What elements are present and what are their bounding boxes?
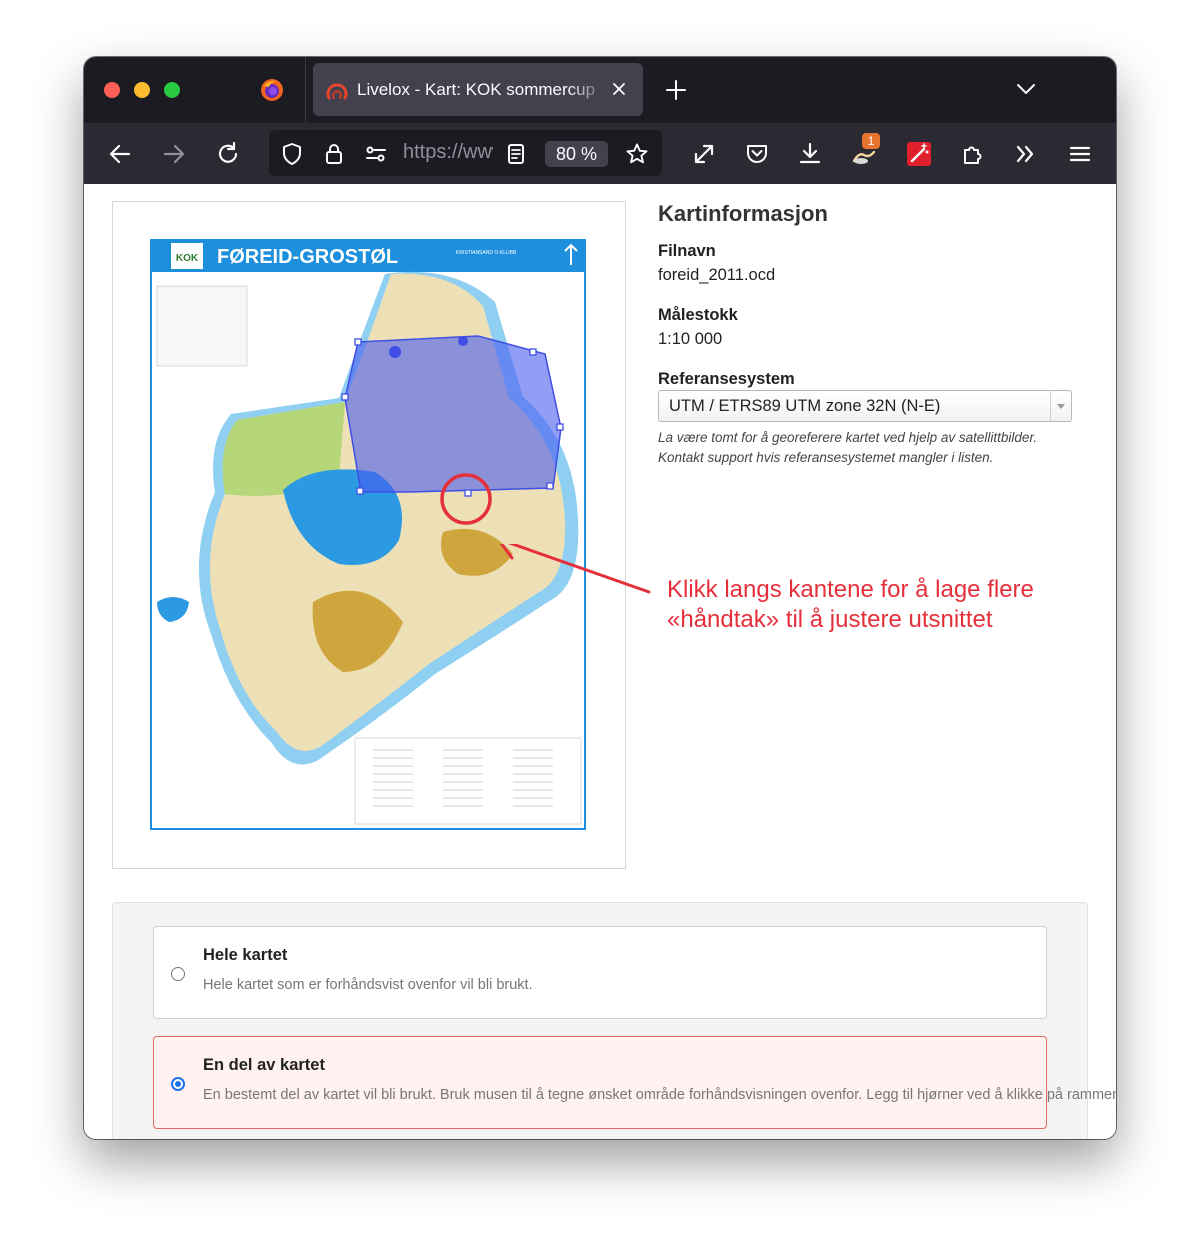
browser-window: Livelox - Kart: KOK sommercup https://ww…	[84, 57, 1116, 1139]
map-area-options: Hele kartet Hele kartet som er forhåndsv…	[112, 902, 1116, 1139]
club-name: KRISTIANSAND O-KLUBB	[456, 250, 517, 256]
selection-handle[interactable]	[356, 487, 364, 495]
map-title: FØREID-GROSTØL	[217, 246, 398, 268]
reader-view-icon[interactable]	[504, 142, 528, 166]
reload-icon[interactable]	[215, 141, 241, 167]
extension-badge: 1	[862, 133, 880, 149]
option-description: En bestemt del av kartet vil bli brukt. …	[203, 1087, 1116, 1103]
hamburger-menu-icon[interactable]	[1067, 141, 1093, 167]
zoom-window-button[interactable]	[164, 82, 180, 98]
annotation-line-1: Klikk langs kantene for å lage flere	[667, 576, 1034, 603]
back-arrow-icon[interactable]	[107, 141, 133, 167]
selection-control-dot	[389, 346, 401, 358]
refsys-label: Referansesystem	[658, 370, 795, 388]
option-part-of-map[interactable]: En del av kartet En bestemt del av karte…	[153, 1036, 1116, 1129]
option-description: Hele kartet som er forhåndsvist ovenfor …	[203, 977, 533, 993]
radio-whole-map[interactable]	[171, 967, 185, 981]
selection-handle[interactable]	[464, 489, 472, 497]
permissions-icon[interactable]	[364, 142, 388, 166]
close-icon[interactable]	[609, 79, 629, 99]
scale-value: 1:10 000	[658, 330, 723, 348]
tab-strip: Livelox - Kart: KOK sommercup	[84, 57, 1116, 123]
info-heading: Kartinformasjon	[658, 201, 828, 226]
firefox-logo-icon[interactable]	[260, 78, 284, 102]
tab-title: Livelox - Kart: KOK sommercup	[357, 80, 596, 99]
selection-handle[interactable]	[546, 482, 554, 490]
magic-wand-icon[interactable]	[906, 141, 932, 167]
filename-value: foreid_2011.ocd	[658, 266, 776, 284]
option-title: En del av kartet	[203, 1056, 325, 1074]
selection-polygon	[344, 335, 562, 493]
navigation-bar: https://www.livelox.com 80 % 1	[84, 123, 1116, 184]
annotation-text: Klikk langs kantene for å lage flere «hå…	[667, 575, 1034, 635]
map-preview-canvas[interactable]: KOK FØREID-GROSTØL KRISTIANSAND O-KLUBB	[113, 202, 625, 868]
chevron-down-icon[interactable]	[1014, 79, 1038, 99]
chevron-down-icon	[1057, 404, 1065, 409]
fullscreen-icon[interactable]	[691, 141, 717, 167]
url-text[interactable]: https://www.livelox.com	[403, 141, 493, 167]
minimize-window-button[interactable]	[134, 82, 150, 98]
tab-livelox[interactable]: Livelox - Kart: KOK sommercup	[313, 63, 643, 116]
download-icon[interactable]	[797, 141, 823, 167]
map-info-box	[156, 285, 248, 367]
livelox-favicon-icon	[326, 83, 348, 100]
option-title: Hele kartet	[203, 946, 288, 964]
lock-icon[interactable]	[322, 142, 346, 166]
star-icon[interactable]	[625, 142, 649, 166]
club-logo-text: KOK	[176, 253, 199, 264]
refsys-help-line1: La være tomt for å georeferere kartet ve…	[658, 430, 1038, 445]
zoom-level-button[interactable]: 80 %	[545, 141, 608, 167]
overflow-icon[interactable]	[1013, 141, 1039, 167]
option-whole-map[interactable]: Hele kartet Hele kartet som er forhåndsv…	[153, 926, 1047, 1019]
selection-handle[interactable]	[529, 348, 537, 356]
annotation-arrow	[499, 544, 651, 594]
close-window-button[interactable]	[104, 82, 120, 98]
plus-icon[interactable]	[664, 78, 688, 102]
filename-label: Filnavn	[658, 242, 716, 260]
scale-label: Målestokk	[658, 306, 738, 324]
tab-title-fade	[568, 73, 608, 107]
tab-divider	[305, 57, 306, 123]
selection-control-dot	[458, 336, 468, 346]
refsys-select[interactable]: UTM / ETRS89 UTM zone 32N (N-E)	[658, 390, 1072, 422]
radio-part-of-map[interactable]	[171, 1077, 185, 1091]
url-bar[interactable]: https://www.livelox.com 80 %	[269, 130, 662, 176]
annotation-line-2: «håndtak» til å justere utsnittet	[667, 606, 993, 633]
refsys-help-line2: Kontakt support hvis referansesystemet m…	[658, 450, 994, 465]
page-content: KOK FØREID-GROSTØL KRISTIANSAND O-KLUBB	[84, 184, 1116, 1139]
pocket-icon[interactable]	[744, 141, 770, 167]
selection-handle[interactable]	[341, 393, 349, 401]
select-arrow[interactable]	[1050, 391, 1071, 421]
puzzle-icon[interactable]	[960, 141, 986, 167]
map-preview[interactable]: KOK FØREID-GROSTØL KRISTIANSAND O-KLUBB	[112, 201, 626, 869]
map-legend	[354, 737, 582, 825]
shield-icon[interactable]	[280, 142, 304, 166]
refsys-select-value: UTM / ETRS89 UTM zone 32N (N-E)	[669, 397, 941, 415]
selection-handle[interactable]	[556, 423, 564, 431]
forward-arrow-icon[interactable]	[161, 141, 187, 167]
selection-handle[interactable]	[354, 338, 362, 346]
